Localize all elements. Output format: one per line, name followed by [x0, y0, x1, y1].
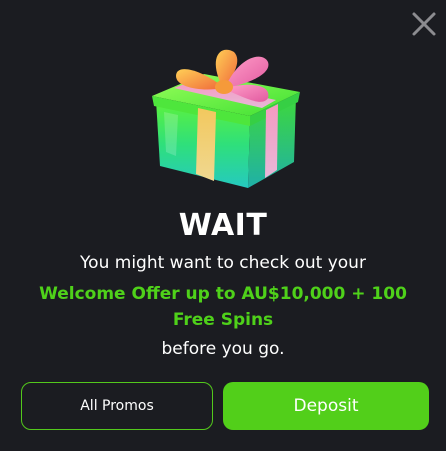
all-promos-button[interactable]: All Promos	[21, 382, 213, 430]
modal-title: WAIT	[178, 208, 268, 243]
all-promos-label: All Promos	[80, 398, 154, 414]
gift-box-icon	[138, 38, 308, 198]
message-text: You might want to check out your	[80, 253, 366, 273]
exit-intent-modal: WAIT You might want to check out your We…	[0, 0, 446, 451]
close-icon	[412, 12, 436, 36]
deposit-label: Deposit	[293, 396, 359, 416]
message-text-end: before you go.	[161, 339, 285, 359]
close-button[interactable]	[408, 8, 440, 40]
deposit-button[interactable]: Deposit	[223, 382, 429, 430]
welcome-offer-text: Welcome Offer up to AU$10,000 + 100 Free…	[39, 284, 407, 330]
